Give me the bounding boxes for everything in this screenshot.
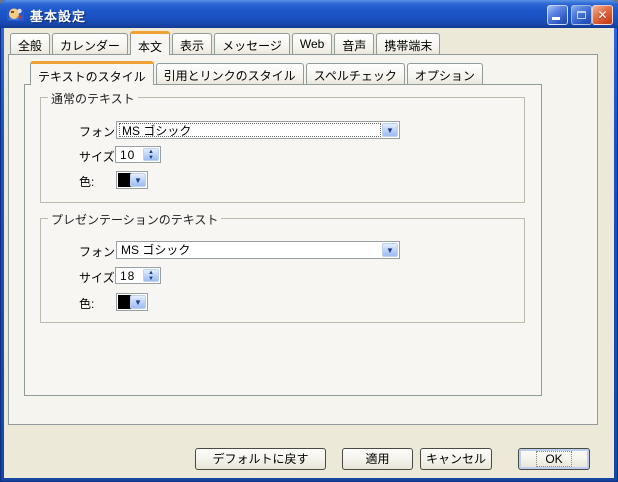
tab-spellcheck[interactable]: スペルチェック	[306, 63, 405, 84]
tab-calendar[interactable]: カレンダー	[52, 33, 128, 54]
tab-quote-link-style[interactable]: 引用とリンクのスタイル	[156, 63, 304, 84]
size-stepper-normal[interactable]: 10 ▲ ▼	[115, 146, 161, 163]
tab-text-style[interactable]: テキストのスタイル	[30, 61, 154, 85]
app-icon	[7, 6, 24, 23]
ok-button[interactable]: OK	[518, 448, 590, 470]
close-button[interactable]: ✕	[592, 5, 613, 25]
tab-display[interactable]: 表示	[172, 33, 212, 54]
apply-button[interactable]: 適用	[342, 448, 413, 470]
spin-down-icon[interactable]: ▼	[144, 276, 158, 282]
font-select-presentation[interactable]: MS ゴシック ▼	[116, 241, 400, 259]
minimize-button[interactable]	[547, 5, 568, 25]
group-normal-text: 通常のテキスト フォント: MS ゴシック ▼ サイズ: 10 ▲ ▼ 色: ▼	[40, 97, 525, 203]
spin-down-icon[interactable]: ▼	[144, 155, 158, 161]
ok-button-label: OK	[536, 451, 571, 467]
reset-defaults-button[interactable]: デフォルトに戻す	[195, 448, 326, 470]
color-picker-normal[interactable]: ▼	[116, 171, 148, 189]
cancel-button[interactable]: キャンセル	[420, 448, 492, 470]
font-select-normal-value: MS ゴシック	[119, 123, 381, 137]
tab-web[interactable]: Web	[292, 33, 332, 54]
group-normal-text-title: 通常のテキスト	[48, 90, 138, 107]
color-label: 色:	[79, 295, 94, 312]
sub-tabstrip: テキストのスタイル 引用とリンクのスタイル スペルチェック オプション	[30, 61, 485, 84]
maximize-icon	[577, 11, 586, 19]
chevron-down-icon[interactable]: ▼	[382, 243, 398, 257]
tab-audio[interactable]: 音声	[334, 33, 374, 54]
tab-message[interactable]: メッセージ	[214, 33, 290, 54]
chevron-down-icon[interactable]: ▼	[130, 295, 146, 309]
size-stepper-normal-value: 10	[120, 148, 135, 162]
size-label: サイズ:	[79, 269, 118, 286]
main-tabstrip: 全般 カレンダー 本文 表示 メッセージ Web 音声 携帯端末	[10, 31, 442, 54]
titlebar[interactable]: 基本設定 ✕	[0, 0, 618, 28]
size-stepper-presentation-value: 18	[120, 269, 135, 283]
close-icon: ✕	[593, 8, 612, 22]
maximize-button[interactable]	[571, 5, 592, 25]
tab-general[interactable]: 全般	[10, 33, 50, 54]
color-picker-presentation[interactable]: ▼	[116, 293, 148, 311]
color-label: 色:	[79, 173, 94, 190]
tab-body[interactable]: 本文	[130, 31, 170, 55]
tab-options[interactable]: オプション	[407, 63, 483, 84]
chevron-down-icon[interactable]: ▼	[130, 173, 146, 187]
spinner-buttons[interactable]: ▲ ▼	[143, 148, 159, 161]
font-select-presentation-value: MS ゴシック	[119, 243, 381, 257]
minimize-icon	[552, 17, 560, 20]
chevron-down-icon[interactable]: ▼	[382, 123, 398, 137]
settings-window: 基本設定 ✕ 全般 カレンダー 本文 表示 メッセージ Web 音声 携帯端末 …	[0, 0, 618, 482]
size-label: サイズ:	[79, 148, 118, 165]
spinner-buttons[interactable]: ▲ ▼	[143, 269, 159, 282]
tab-mobile[interactable]: 携帯端末	[376, 33, 440, 54]
group-presentation-text: プレゼンテーションのテキスト フォント: MS ゴシック ▼ サイズ: 18 ▲…	[40, 218, 525, 323]
font-select-normal[interactable]: MS ゴシック ▼	[116, 121, 400, 139]
group-presentation-text-title: プレゼンテーションのテキスト	[48, 211, 221, 228]
size-stepper-presentation[interactable]: 18 ▲ ▼	[115, 267, 161, 284]
window-title: 基本設定	[30, 6, 86, 25]
